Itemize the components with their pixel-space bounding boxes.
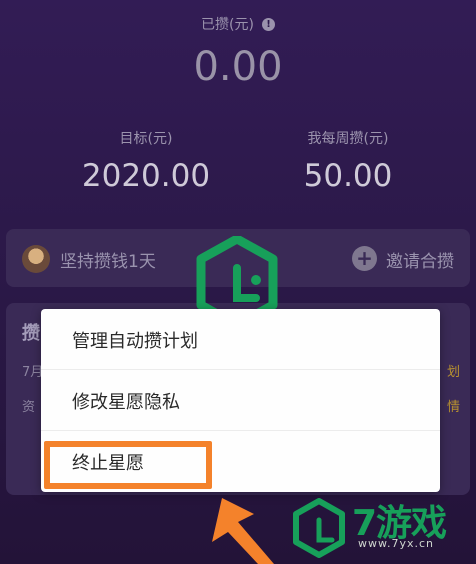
saved-label-row: 已攒(元) ! xyxy=(0,14,476,34)
plan-card-link1[interactable]: 划 xyxy=(447,361,460,380)
menu-item-label: 修改星愿隐私 xyxy=(72,392,180,413)
plan-card-title: 攒 xyxy=(22,323,40,344)
plan-card-link2[interactable]: 情 xyxy=(447,396,460,415)
menu-item-edit-privacy[interactable]: 修改星愿隐私 xyxy=(41,370,440,431)
saved-label: 已攒(元) xyxy=(201,17,254,33)
menu-item-manage-auto-save[interactable]: 管理自动攒计划 xyxy=(41,309,440,370)
saved-amount: 0.00 xyxy=(193,44,283,90)
target-stat: 目标(元) 2020.00 xyxy=(46,128,246,194)
avatar[interactable] xyxy=(22,245,50,273)
weekly-amount: 50.00 xyxy=(303,158,393,194)
brand-logo-icon xyxy=(293,498,345,558)
menu-item-label: 管理自动攒计划 xyxy=(72,331,198,352)
target-amount: 2020.00 xyxy=(81,158,211,194)
watermark-url: www.7yx.cn xyxy=(358,537,435,550)
weekly-stat: 我每周攒(元) 50.00 xyxy=(248,128,448,194)
target-label: 目标(元) xyxy=(119,131,173,147)
arrow-icon xyxy=(212,498,274,564)
streak-text: 坚持攒钱1天 xyxy=(60,252,156,272)
plus-icon[interactable]: + xyxy=(352,246,377,271)
weekly-label: 我每周攒(元) xyxy=(307,131,389,147)
screen: 已攒(元) ! 0.00 目标(元) 2020.00 我每周攒(元) 50.00… xyxy=(0,0,476,564)
plan-card-line2: 资 xyxy=(22,400,36,415)
highlight-box xyxy=(44,441,212,489)
invite-button[interactable]: 邀请合攒 xyxy=(386,247,454,272)
info-icon[interactable]: ! xyxy=(261,17,275,31)
